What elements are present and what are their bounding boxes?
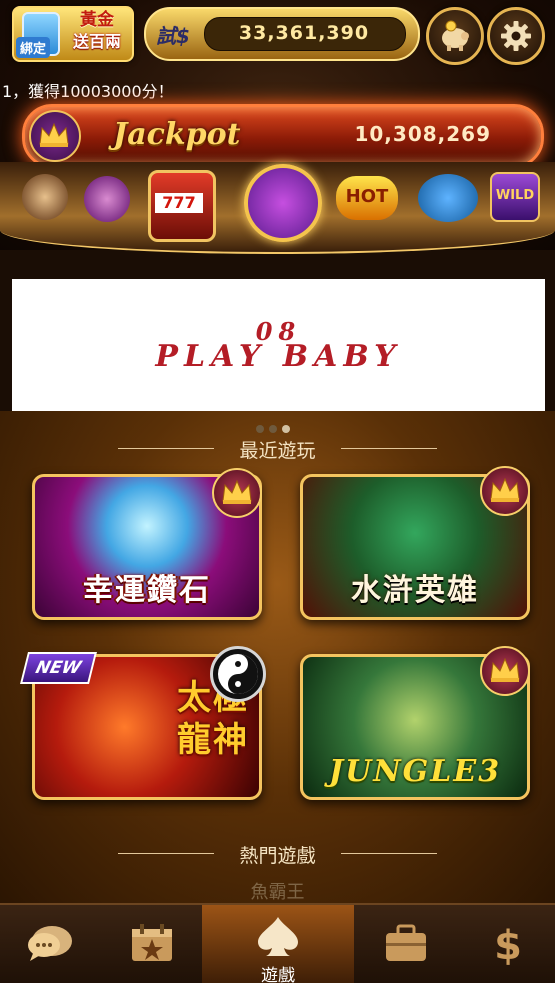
poker-cards-game-icon[interactable] bbox=[84, 176, 130, 222]
currency-label: 試$ bbox=[156, 24, 190, 48]
nav-game-label: 遊戲 bbox=[261, 966, 295, 983]
jackpot-value: 10,308,269 bbox=[354, 122, 491, 146]
top-header: 綁定 黃金 送百兩 試$ 33,361,390 1，獲得10003000分！ J… bbox=[0, 0, 555, 254]
banner-line2: PLAY BABY bbox=[155, 339, 402, 374]
briefcase-icon bbox=[386, 924, 426, 961]
bind-label: 綁定 bbox=[16, 37, 51, 58]
jackpot-label: Jackpot bbox=[113, 117, 241, 152]
dealer-game-icon[interactable] bbox=[22, 174, 68, 220]
jackpot-bar[interactable]: Jackpot 10,308,269 bbox=[22, 104, 544, 168]
piggy-bank-button[interactable] bbox=[426, 7, 484, 65]
bonus-777-game-icon[interactable]: 777 bbox=[148, 170, 216, 242]
hot-text: HOT bbox=[345, 186, 389, 207]
balance-bar[interactable]: 試$ 33,361,390 bbox=[144, 7, 420, 61]
crown-icon bbox=[29, 110, 81, 162]
recent-section-title: 最近遊玩 bbox=[0, 436, 555, 463]
nav-bag[interactable] bbox=[356, 905, 456, 983]
game-card-title-line2: 龍神 bbox=[177, 720, 249, 760]
gift-text: 黃金 送百兩 bbox=[64, 10, 130, 52]
gift-text-line2: 送百兩 bbox=[72, 32, 121, 51]
crown-badge-icon bbox=[212, 468, 262, 518]
nav-dollar[interactable]: $ bbox=[458, 905, 555, 983]
gear-icon bbox=[501, 21, 531, 51]
hot-section-title: 熱門遊戲 bbox=[0, 841, 555, 868]
wild-text: WILD bbox=[495, 188, 535, 203]
next-section-peek: 魚霸王 bbox=[250, 882, 305, 903]
nav-calendar[interactable] bbox=[102, 905, 202, 983]
dollar-icon: $ bbox=[494, 923, 522, 965]
app-root: 綁定 黃金 送百兩 試$ 33,361,390 1，獲得10003000分！ J… bbox=[0, 0, 555, 983]
crown-badge-icon bbox=[480, 466, 530, 516]
nav-game[interactable]: 遊戲 bbox=[202, 905, 354, 983]
crown-badge-icon bbox=[480, 646, 530, 696]
carousel-dot-active[interactable] bbox=[282, 425, 290, 433]
new-badge: NEW bbox=[20, 652, 97, 684]
svg-text:$: $ bbox=[494, 923, 522, 965]
settings-button[interactable] bbox=[487, 7, 545, 65]
yin-yang-icon bbox=[210, 646, 266, 702]
wild-game-icon[interactable]: WILD bbox=[490, 172, 540, 222]
game-card-title: 水滸英雄 bbox=[351, 573, 479, 608]
carousel-dot[interactable] bbox=[256, 425, 264, 433]
shark-game-icon[interactable] bbox=[418, 174, 478, 222]
game-strip: 777 HOT WILD bbox=[0, 162, 555, 254]
chat-bubble-icon bbox=[28, 926, 72, 961]
bottom-nav: 遊戲 $ bbox=[0, 903, 555, 983]
bonus-777-text: 777 bbox=[155, 193, 203, 213]
spade-icon bbox=[258, 917, 298, 956]
nav-chat[interactable] bbox=[0, 905, 100, 983]
game-card-title: JUNGLE3 bbox=[328, 754, 502, 789]
marquee-text: 1，獲得10003000分！ bbox=[2, 82, 174, 101]
featured-clock-game-icon[interactable] bbox=[244, 164, 322, 242]
promo-banner[interactable]: 08 PLAY BABY bbox=[12, 279, 545, 411]
bind-gift-button[interactable]: 綁定 黃金 送百兩 bbox=[12, 6, 134, 62]
game-card-title: 幸運鑽石 bbox=[83, 573, 211, 608]
carousel-dot[interactable] bbox=[269, 425, 277, 433]
hot-game-icon[interactable]: HOT bbox=[336, 176, 398, 220]
balance-amount: 33,361,390 bbox=[238, 22, 370, 44]
calendar-star-icon bbox=[132, 924, 172, 961]
carousel-dots bbox=[256, 418, 304, 433]
piggy-bank-icon bbox=[442, 20, 469, 51]
gift-text-line1: 黃金 bbox=[80, 10, 114, 30]
